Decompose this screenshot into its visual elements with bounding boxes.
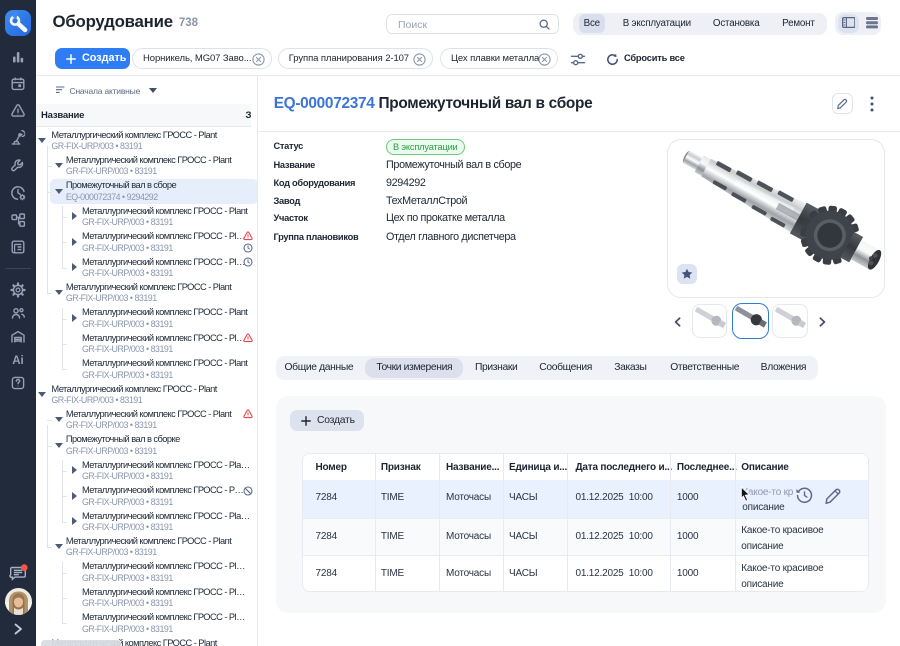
svg-text:Ai: Ai [12, 355, 24, 367]
